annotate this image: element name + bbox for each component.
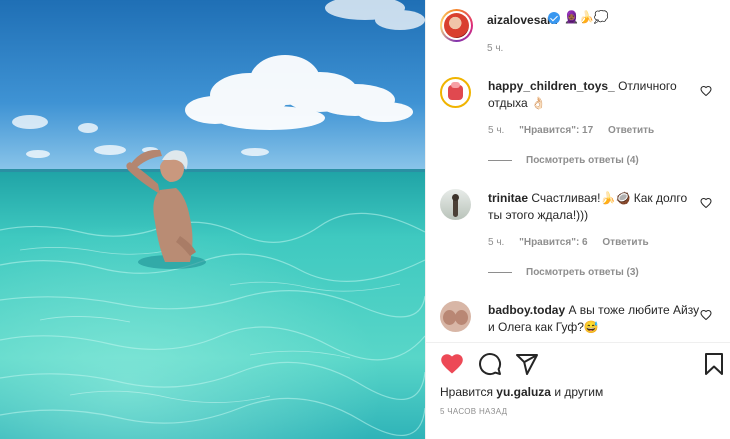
- heart-outline-icon[interactable]: [700, 309, 712, 321]
- beach-photo-image: [0, 0, 425, 439]
- comment-text: trinitae Счастливая!🍌🥥 Как долго ты этог…: [488, 191, 688, 222]
- comment-text: happy_children_toys_ Отличного отдыха 👌🏻: [488, 79, 677, 110]
- comment-meta: 5 ч. "Нравится": 17 Ответить: [488, 125, 666, 136]
- commenter-username[interactable]: badboy.today: [488, 303, 565, 317]
- heart-outline-icon[interactable]: [700, 85, 712, 97]
- post-header: aizalovesam 🧕🏾🍌💭 5 ч.: [426, 0, 730, 60]
- comments-list: happy_children_toys_ Отличного отдыха 👌🏻…: [426, 60, 730, 342]
- comment-icon[interactable]: [478, 352, 502, 376]
- bookmark-icon[interactable]: [702, 352, 726, 376]
- heart-icon[interactable]: [440, 352, 464, 376]
- commenter-avatar[interactable]: [440, 77, 471, 108]
- instagram-post-modal: aizalovesam 🧕🏾🍌💭 5 ч. happy_children_toy…: [0, 0, 730, 439]
- divider-line: [488, 159, 512, 161]
- comment-likes[interactable]: "Нравится": 6: [519, 237, 588, 248]
- reply-button[interactable]: Ответить: [602, 237, 648, 248]
- commenter-username[interactable]: happy_children_toys_: [488, 79, 615, 93]
- liked-by-text: Нравится yu.galuza и другим: [440, 385, 604, 399]
- comment-time: 5 ч.: [488, 237, 505, 248]
- share-icon[interactable]: [515, 352, 539, 376]
- liked-by-user[interactable]: yu.galuza: [496, 385, 551, 399]
- commenter-username[interactable]: trinitae: [488, 191, 528, 205]
- author-avatar[interactable]: [440, 9, 473, 42]
- post-date[interactable]: 5 ЧАСОВ НАЗАД: [440, 407, 507, 416]
- commenter-avatar[interactable]: [440, 301, 471, 332]
- bio-emojis: 🧕🏾🍌💭: [564, 10, 609, 24]
- reply-button[interactable]: Ответить: [608, 125, 654, 136]
- verified-badge-icon: [548, 12, 560, 24]
- divider-line: [488, 271, 512, 273]
- post-side-panel: aizalovesam 🧕🏾🍌💭 5 ч. happy_children_toy…: [425, 0, 730, 439]
- comment-time: 5 ч.: [488, 125, 505, 136]
- comment-text: badboy.today А вы тоже любите Айзу и Оле…: [488, 303, 700, 334]
- comment-meta: 5 ч. "Нравится": 6 Ответить: [488, 237, 661, 248]
- view-replies-button[interactable]: Посмотреть ответы (3): [488, 267, 639, 278]
- author-username[interactable]: aizalovesam: [487, 13, 558, 27]
- comment-likes[interactable]: "Нравится": 17: [519, 125, 593, 136]
- view-replies-button[interactable]: Посмотреть ответы (4): [488, 155, 639, 166]
- commenter-avatar[interactable]: [440, 189, 471, 220]
- heart-outline-icon[interactable]: [700, 197, 712, 209]
- post-photo[interactable]: [0, 0, 425, 439]
- post-time: 5 ч.: [487, 43, 504, 54]
- post-actions: Нравится yu.galuza и другим 5 ЧАСОВ НАЗА…: [426, 342, 730, 439]
